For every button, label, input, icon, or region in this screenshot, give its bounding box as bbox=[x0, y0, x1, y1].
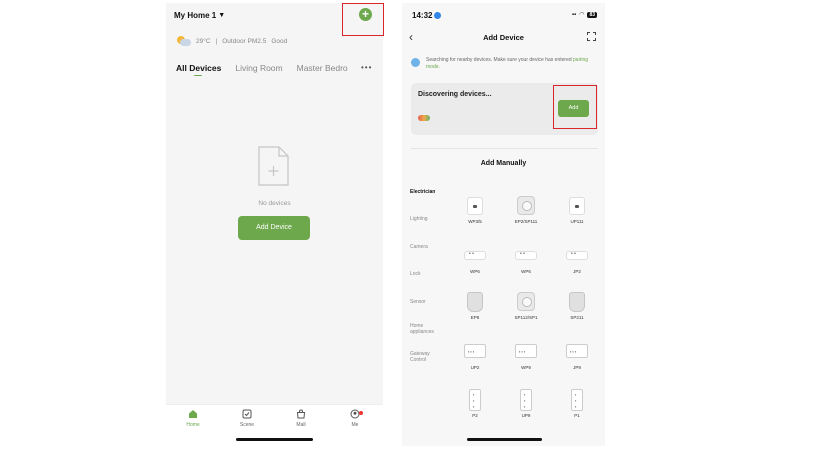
light-bulb-icon bbox=[418, 115, 430, 121]
air-quality-status: Good bbox=[271, 37, 288, 45]
device-tile[interactable]: JP9 bbox=[560, 341, 594, 370]
category-lighting[interactable]: Lighting bbox=[410, 216, 428, 222]
category-gateway-control[interactable]: Gateway Control bbox=[410, 351, 440, 363]
device-tile[interactable]: EP2/SP111 bbox=[509, 195, 543, 224]
home-indicator bbox=[467, 438, 542, 441]
weather-icon bbox=[177, 36, 191, 46]
device-label: SP211 bbox=[570, 315, 584, 320]
tab-scene[interactable]: Scene bbox=[232, 409, 262, 428]
device-label: JP9 bbox=[573, 365, 581, 370]
add-device-button[interactable]: Add Device bbox=[238, 216, 310, 240]
device-tile[interactable]: P2 bbox=[458, 389, 492, 418]
device-tile[interactable]: UP111 bbox=[560, 195, 594, 224]
tab-mall[interactable]: Mall bbox=[286, 409, 316, 428]
add-manually-heading: Add Manually bbox=[480, 160, 527, 167]
search-hint: Searching for nearby devices. Make sure … bbox=[411, 57, 601, 70]
divider: | bbox=[215, 37, 218, 45]
tab-living-room[interactable]: Living Room bbox=[235, 63, 282, 73]
location-icon bbox=[434, 12, 442, 19]
category-lock[interactable]: Lock bbox=[410, 271, 421, 277]
home-selector[interactable]: My Home 1 ▼ bbox=[174, 11, 225, 20]
device-label: P2 bbox=[472, 413, 478, 418]
category-electrician[interactable]: Electrician bbox=[410, 189, 435, 195]
device-label: UP2 bbox=[470, 365, 480, 370]
device-label: UP9 bbox=[521, 413, 531, 418]
device-label: P1 bbox=[574, 413, 580, 418]
device-tile[interactable]: P1 bbox=[560, 389, 594, 418]
device-tile[interactable]: EP8 bbox=[458, 291, 492, 320]
home-screen: My Home 1 ▼ + 29°C | Outdoor PM2.5 Good … bbox=[166, 3, 383, 446]
battery-icon: 83 bbox=[587, 11, 597, 18]
device-label: SP112/SP1 bbox=[514, 315, 538, 320]
home-indicator bbox=[236, 438, 313, 441]
tab-master-bedroom[interactable]: Master Bedro bbox=[297, 63, 348, 73]
device-label: JP2 bbox=[573, 269, 581, 274]
empty-document-icon bbox=[258, 146, 289, 186]
device-label: EP2/SP111 bbox=[514, 219, 538, 224]
tab-scene-label: Scene bbox=[239, 422, 255, 428]
device-label: WP6 bbox=[470, 269, 480, 274]
divider bbox=[411, 148, 598, 149]
home-title: My Home 1 bbox=[174, 11, 217, 20]
discovering-label: Discovering devices... bbox=[418, 91, 492, 98]
device-tile[interactable]: SP112/SP1 bbox=[509, 291, 543, 320]
shopping-bag-icon bbox=[296, 409, 306, 419]
tab-me[interactable]: Me bbox=[340, 409, 370, 428]
device-tile[interactable]: WP3/5 bbox=[458, 195, 492, 224]
device-label: UP111 bbox=[570, 219, 584, 224]
highlight-box-add-button bbox=[553, 85, 597, 129]
category-camera[interactable]: Camera bbox=[410, 244, 428, 250]
scene-icon bbox=[242, 409, 252, 419]
tab-home-label: Home bbox=[186, 422, 200, 428]
signal-icon: ▪▪ bbox=[571, 11, 577, 18]
device-tile[interactable]: UP9 bbox=[509, 389, 543, 418]
tab-home[interactable]: Home bbox=[178, 409, 208, 428]
page-title: Add Device bbox=[483, 33, 524, 42]
add-device-screen: 14:32 ▪▪ ◠ 83 ‹ Add Device Searching for… bbox=[402, 3, 605, 446]
chevron-down-icon: ▼ bbox=[218, 12, 226, 19]
air-quality-label: Outdoor PM2.5 bbox=[222, 37, 267, 45]
tab-all-devices[interactable]: All Devices bbox=[176, 63, 221, 76]
device-label: WP6 bbox=[521, 269, 531, 274]
status-bar-time: 14:32 bbox=[412, 11, 442, 20]
device-tile[interactable]: UP2 bbox=[458, 341, 492, 370]
home-icon bbox=[189, 410, 197, 418]
device-label: EP8 bbox=[470, 315, 480, 320]
status-icons: ▪▪ ◠ 83 bbox=[572, 11, 597, 18]
more-icon[interactable]: ••• bbox=[361, 63, 372, 72]
device-tile[interactable]: JP2 bbox=[560, 245, 594, 274]
search-hint-text: Searching for nearby devices. Make sure … bbox=[426, 57, 572, 63]
notification-dot bbox=[359, 411, 363, 415]
device-tile[interactable]: WP6 bbox=[509, 245, 543, 274]
device-tile[interactable]: WP9 bbox=[509, 341, 543, 370]
tab-mall-label: Mall bbox=[296, 422, 306, 428]
weather-bar: 29°C | Outdoor PM2.5 Good bbox=[177, 36, 287, 46]
category-sensor[interactable]: Sensor bbox=[410, 299, 426, 305]
device-tile[interactable]: SP211 bbox=[560, 291, 594, 320]
clock: 14:32 bbox=[412, 11, 433, 20]
bottom-tab-bar: Home Scene Mall Me bbox=[166, 404, 383, 446]
bluetooth-search-icon bbox=[411, 58, 420, 67]
temperature: 29°C bbox=[196, 37, 211, 45]
empty-state-text: No devices bbox=[258, 200, 291, 207]
device-label: WP3/5 bbox=[468, 219, 482, 224]
device-tile[interactable]: WP6 bbox=[458, 245, 492, 274]
scan-icon[interactable] bbox=[587, 32, 596, 41]
category-home-appliances[interactable]: Home appliances bbox=[410, 323, 444, 335]
tab-me-label: Me bbox=[351, 422, 359, 428]
room-tabs: All Devices Living Room Master Bedro bbox=[176, 63, 348, 76]
device-label: WP9 bbox=[521, 365, 531, 370]
wifi-icon: ◠ bbox=[579, 12, 585, 18]
highlight-box-add bbox=[342, 3, 384, 36]
